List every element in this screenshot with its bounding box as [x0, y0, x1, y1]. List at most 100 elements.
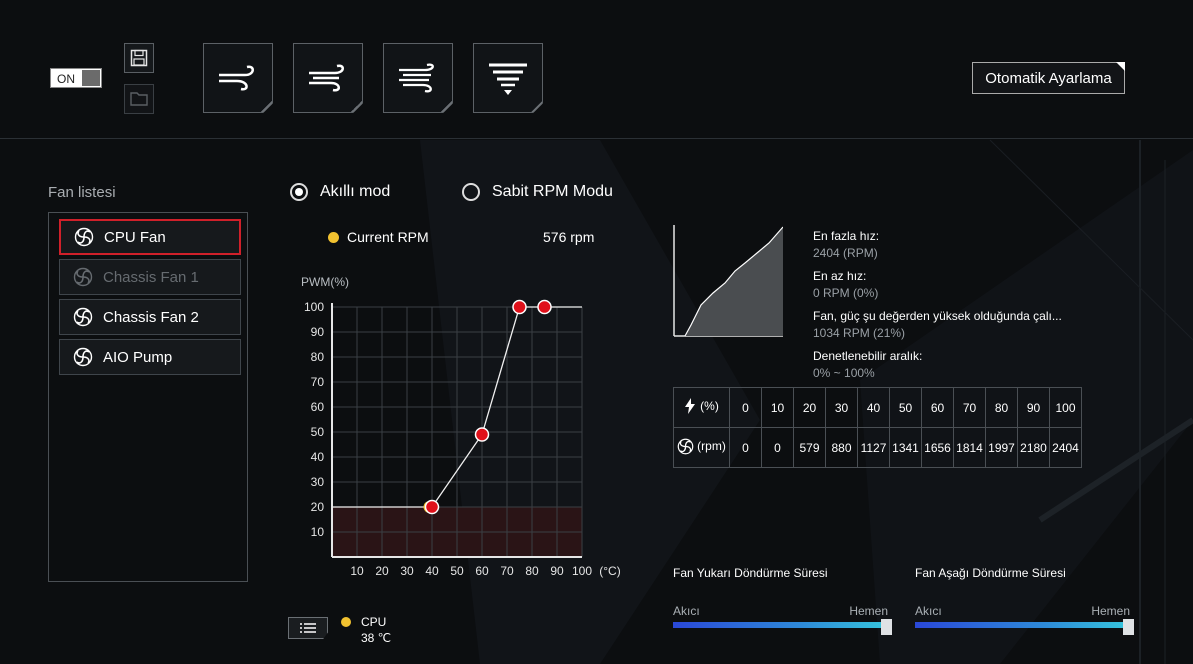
table-cell: 50 [889, 387, 922, 428]
fan-mode-silent-icon [219, 65, 254, 91]
fan-item-chassis-fan-1[interactable]: Chassis Fan 1 [59, 259, 241, 295]
fan-item-label: CPU Fan [104, 228, 166, 246]
control-range-info: Denetlenebilir aralık: 0% ~ 100% [813, 349, 922, 380]
table-cell: 20 [793, 387, 826, 428]
mode-standard-button[interactable] [293, 43, 363, 113]
mode-silent-button[interactable] [203, 43, 273, 113]
power-toggle[interactable]: ON [50, 68, 102, 88]
radio-fixed-rpm-mode[interactable]: Sabit RPM Modu [462, 183, 613, 201]
fan-icon [74, 227, 94, 247]
fan-curve-chart[interactable]: PWM(%) 100 90 80 70 60 50 40 30 20 10 10 20 30 40 50 60 7… [296, 270, 626, 582]
min-speed-value: 0 RPM (0%) [813, 286, 879, 300]
current-rpm-legend: Current RPM [328, 229, 429, 245]
spin-down-slider[interactable] [915, 619, 1134, 635]
list-icon [300, 623, 316, 633]
table-cell: 40 [857, 387, 890, 428]
y-tick-label: 30 [311, 475, 325, 489]
table-cell: 1341 [889, 427, 922, 468]
table-cell: 0 [761, 427, 794, 468]
x-tick-label: 20 [375, 564, 389, 578]
table-cell: 2180 [1017, 427, 1050, 468]
min-speed-label: En az hız: [813, 269, 867, 283]
y-tick-label: 40 [311, 450, 325, 464]
fan-item-chassis-fan-2[interactable]: Chassis Fan 2 [59, 299, 241, 335]
fan-icon [73, 267, 93, 287]
y-tick-label: 10 [311, 525, 325, 539]
spin-up-slider-thumb[interactable] [881, 619, 892, 635]
start-speed-info: Fan, güç şu değerden yüksek olduğunda ça… [813, 309, 1062, 340]
y-tick-label: 90 [311, 325, 325, 339]
x-tick-label: 80 [525, 564, 539, 578]
radio-button[interactable] [462, 183, 480, 201]
x-tick-label: 70 [500, 564, 514, 578]
spin-up-title: Fan Yukarı Döndürme Süresi [673, 566, 828, 580]
toggle-knob [82, 70, 100, 86]
fan-item-label: Chassis Fan 1 [103, 268, 199, 286]
auto-tune-button[interactable]: Otomatik Ayarlama [972, 62, 1125, 94]
fan-item-cpu-fan[interactable]: CPU Fan [59, 219, 241, 255]
current-rpm-label: Current RPM [347, 229, 429, 245]
spin-up-left-label: Akıcı [673, 604, 700, 618]
fan-item-label: AIO Pump [103, 348, 173, 366]
spin-down-slider-thumb[interactable] [1123, 619, 1134, 635]
x-axis-unit: (°C) [599, 564, 620, 578]
max-speed-value: 2404 (RPM) [813, 246, 878, 260]
fan-speed-mini-chart [673, 225, 783, 337]
spin-down-left-label: Akıcı [915, 604, 942, 618]
curve-point-1[interactable] [424, 499, 440, 515]
curve-point-2[interactable] [474, 427, 490, 442]
y-tick-label: 60 [311, 400, 325, 414]
fan-mode-standard-icon [309, 64, 344, 92]
spin-up-ends: Akıcı Hemen [673, 604, 888, 618]
fan-item-aio-pump[interactable]: AIO Pump [59, 339, 241, 375]
spin-up-slider[interactable] [673, 619, 892, 635]
table-cell: 1814 [953, 427, 986, 468]
open-profile-button[interactable] [124, 84, 154, 114]
y-tick-label: 100 [304, 300, 324, 314]
spin-up-right-label: Hemen [849, 604, 888, 618]
x-tick-label: 100 [572, 564, 592, 578]
save-button[interactable] [124, 43, 154, 73]
fan-item-label: Chassis Fan 2 [103, 308, 199, 326]
table-cell: 0 [729, 427, 762, 468]
table-cell: 80 [985, 387, 1018, 428]
curve-point-4[interactable] [537, 299, 552, 315]
table-cell: 579 [793, 427, 826, 468]
fixed-rpm-mode-label: Sabit RPM Modu [492, 183, 613, 200]
table-cell: 880 [825, 427, 858, 468]
min-speed-info: En az hız: 0 RPM (0%) [813, 269, 878, 300]
table-cell: 1997 [985, 427, 1018, 468]
power-header-cell: (%) [673, 387, 730, 428]
smart-mode-label: Akıllı mod [320, 183, 391, 200]
legend-menu-button[interactable] [288, 617, 328, 639]
mode-turbo-button[interactable] [383, 43, 453, 113]
curve-point-3[interactable] [512, 299, 527, 315]
start-speed-value: 1034 RPM (21%) [813, 326, 906, 340]
x-tick-label: 40 [425, 564, 439, 578]
table-cell: 1656 [921, 427, 954, 468]
radio-smart-mode[interactable]: Akıllı mod [290, 183, 390, 201]
sensor-name: CPU [361, 615, 387, 629]
radio-button-selected[interactable] [290, 183, 308, 201]
fan-mode-turbo-icon [399, 63, 434, 93]
control-range-value: 0% ~ 100% [813, 366, 875, 380]
table-cell: 70 [953, 387, 986, 428]
rpm-table: (%) 0 10 20 30 40 50 60 70 80 90 100 (rp… [673, 387, 1082, 468]
sensor-dot [341, 617, 351, 627]
table-cell: 60 [921, 387, 954, 428]
fan-mode-fullspeed-icon [489, 63, 527, 95]
table-cell: 10 [761, 387, 794, 428]
power-header-label: (%) [700, 399, 719, 413]
mode-fullspeed-button[interactable] [473, 43, 543, 113]
table-cell: 1127 [857, 427, 890, 468]
x-tick-label: 30 [400, 564, 414, 578]
top-toolbar: ON Otomatik Ayarlama [0, 0, 1193, 139]
save-icon [130, 49, 148, 67]
rpm-header-cell: (rpm) [673, 427, 730, 468]
y-tick-label: 20 [311, 500, 325, 514]
rpm-header-label: (rpm) [697, 439, 726, 453]
current-rpm-value: 576 rpm [543, 229, 595, 245]
spin-down-title: Fan Aşağı Döndürme Süresi [915, 566, 1066, 580]
spin-down-ends: Akıcı Hemen [915, 604, 1130, 618]
max-speed-info: En fazla hız: 2404 (RPM) [813, 229, 879, 260]
